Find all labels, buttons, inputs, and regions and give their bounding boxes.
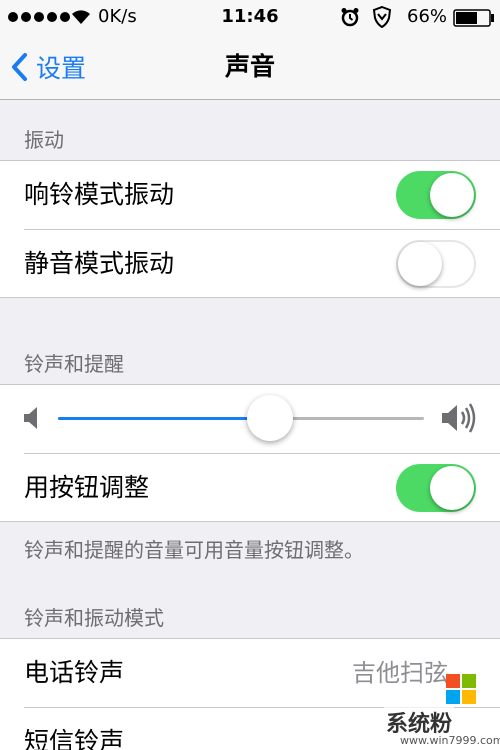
battery-percent: 66% bbox=[407, 6, 448, 27]
toggle-knob bbox=[398, 242, 442, 286]
vibrate-on-ring-row: 响铃模式振动 bbox=[0, 161, 500, 229]
vibrate-on-silent-toggle[interactable] bbox=[396, 240, 476, 288]
volume-high-icon bbox=[442, 403, 476, 433]
row-label: 用按钮调整 bbox=[24, 473, 150, 502]
vibrate-on-ring-toggle[interactable] bbox=[396, 171, 476, 219]
volume-slider-thumb[interactable] bbox=[247, 395, 293, 441]
navigation-bar: 设置 声音 bbox=[0, 34, 500, 100]
toggle-knob bbox=[430, 466, 474, 510]
row-label: 电话铃声 bbox=[24, 658, 125, 687]
vibrate-group: 响铃模式振动 静音模式振动 bbox=[0, 160, 500, 298]
alarm-icon bbox=[341, 8, 359, 27]
change-with-buttons-toggle[interactable] bbox=[396, 464, 476, 512]
volume-low-icon bbox=[24, 407, 37, 429]
ringer-footer-note: 铃声和提醒的音量可用音量按钮调整。 bbox=[24, 538, 364, 562]
row-label: 短信铃声 bbox=[24, 727, 125, 750]
ringtone-value: 吉他扫弦 bbox=[352, 659, 448, 687]
change-with-buttons-row: 用按钮调整 bbox=[0, 454, 500, 522]
watermark-url: www.win7999.com bbox=[400, 734, 500, 747]
vibrate-on-silent-row: 静音模式振动 bbox=[0, 230, 500, 298]
row-label: 静音模式振动 bbox=[24, 249, 175, 278]
ringtone-row[interactable]: 电话铃声 吉他扫弦 bbox=[0, 639, 500, 707]
volume-slider-fill bbox=[58, 417, 270, 420]
row-label: 响铃模式振动 bbox=[24, 180, 175, 209]
toggle-knob bbox=[430, 173, 474, 217]
shield-icon bbox=[372, 6, 392, 28]
section-header-ringer: 铃声和提醒 bbox=[24, 352, 124, 376]
status-bar: 0K/s 11:46 66% bbox=[0, 0, 500, 34]
page-title: 声音 bbox=[224, 52, 275, 81]
section-header-patterns: 铃声和振动模式 bbox=[24, 606, 164, 630]
volume-slider-row bbox=[0, 385, 500, 453]
ringer-group: 用按钮调整 bbox=[0, 384, 500, 522]
battery-icon bbox=[453, 9, 494, 27]
section-header-vibrate: 振动 bbox=[24, 128, 64, 152]
volume-slider[interactable] bbox=[58, 395, 424, 441]
windows-logo-icon bbox=[446, 674, 476, 704]
